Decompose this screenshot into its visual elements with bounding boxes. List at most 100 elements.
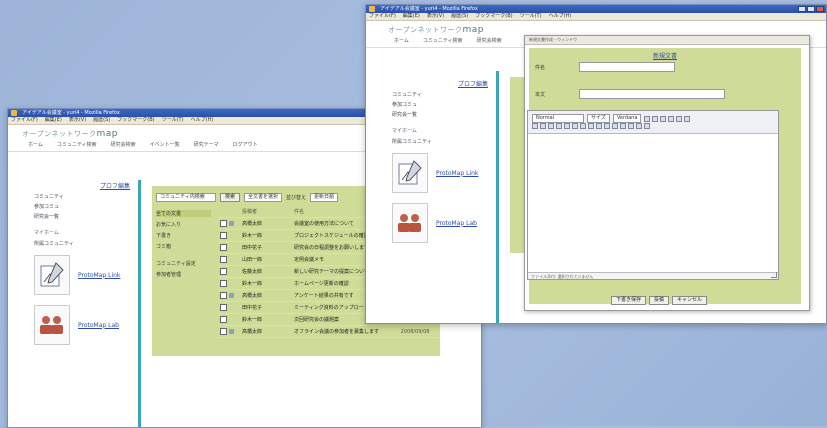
row-checkbox[interactable] xyxy=(220,220,227,227)
community-link-2[interactable]: ProtoMap Lab xyxy=(78,322,119,329)
menu-view[interactable]: 表示(V) xyxy=(69,117,86,124)
align-justify-icon[interactable] xyxy=(556,123,562,129)
menu-edit[interactable]: 編集(E) xyxy=(45,117,62,124)
nav-events[interactable]: イベント一覧 xyxy=(150,141,180,148)
nav-logout[interactable]: ログアウト xyxy=(233,141,258,148)
row-checkbox[interactable] xyxy=(220,268,227,275)
link-icon[interactable] xyxy=(596,123,602,129)
bold-icon[interactable] xyxy=(644,115,651,122)
sidebar-item-studies[interactable]: 研究会一覧 xyxy=(34,213,134,220)
map-sketch-icon[interactable] xyxy=(34,255,70,295)
menu-bookmarks[interactable]: ブックマーク(B) xyxy=(117,117,154,124)
sort-dropdown[interactable]: 更新日順 xyxy=(310,193,339,202)
profile-edit-link[interactable]: プロフ編集 xyxy=(100,183,130,190)
sidebar-item-joined[interactable]: 参加コミュ xyxy=(392,101,492,108)
community-thumb-row[interactable]: ProtoMap Lab xyxy=(34,305,134,345)
table-row[interactable]: 高橋太郎 オフライン会議の参加者を募集します 2008/09/08 xyxy=(218,325,438,338)
strike-icon[interactable] xyxy=(668,115,675,122)
sidebar-item-community[interactable]: コミュニティ xyxy=(34,193,134,200)
community-thumb-row[interactable]: ProtoMap Link xyxy=(392,153,492,193)
community-link-1[interactable]: ProtoMap Link xyxy=(78,272,120,279)
align-center-icon[interactable] xyxy=(540,123,546,129)
undo-icon[interactable] xyxy=(628,123,634,129)
format-select[interactable]: Normal xyxy=(532,114,584,123)
category-settings[interactable]: コミュニティ設定 xyxy=(156,260,211,267)
menu-help[interactable]: ヘルプ(H) xyxy=(191,117,214,124)
community-thumb-row[interactable]: ProtoMap Lab xyxy=(392,203,492,243)
front-window-titlebar[interactable]: アイデアル会議室 - yuri4 - Mozilla Firefox xyxy=(366,5,826,13)
indent-icon[interactable] xyxy=(588,123,594,129)
sidebar-item-joined[interactable]: 参加コミュ xyxy=(34,203,134,210)
menu-file[interactable]: ファイル(F) xyxy=(11,117,38,124)
category-trash[interactable]: ゴミ箱 xyxy=(156,243,211,250)
italic-icon[interactable] xyxy=(652,115,659,122)
people-icon[interactable] xyxy=(34,305,70,345)
nav-themes[interactable]: 研究テーマ xyxy=(194,141,219,148)
text-color-icon[interactable] xyxy=(676,115,683,122)
underline-icon[interactable] xyxy=(660,115,667,122)
nav-home[interactable]: ホーム xyxy=(28,141,43,148)
dialog-header-link[interactable]: 新規文書 xyxy=(653,53,677,60)
row-checkbox[interactable] xyxy=(220,256,227,263)
source-icon[interactable] xyxy=(644,123,650,129)
table-icon[interactable] xyxy=(620,123,626,129)
select-all-dropdown[interactable]: 全文書を選択 xyxy=(244,193,283,202)
menu-view[interactable]: 表示(V) xyxy=(427,13,444,20)
menu-history[interactable]: 履歴(S) xyxy=(93,117,110,124)
outdent-icon[interactable] xyxy=(580,123,586,129)
category-favorites[interactable]: お気に入り xyxy=(156,221,211,228)
nav-community-search[interactable]: コミュニティ検索 xyxy=(57,141,97,148)
row-checkbox[interactable] xyxy=(220,244,227,251)
bg-color-icon[interactable] xyxy=(684,115,691,122)
profile-edit-link[interactable]: プロフ編集 xyxy=(458,81,488,88)
row-checkbox[interactable] xyxy=(220,280,227,287)
maximize-icon[interactable] xyxy=(807,6,815,12)
font-size-select[interactable]: サイズ xyxy=(587,114,610,123)
nav-community-search[interactable]: コミュニティ検索 xyxy=(423,37,463,44)
community-thumb-row[interactable]: ProtoMap Link xyxy=(34,255,134,295)
body-input[interactable] xyxy=(579,89,725,99)
align-left-icon[interactable] xyxy=(532,123,538,129)
menu-edit[interactable]: 編集(E) xyxy=(403,13,420,20)
map-sketch-icon[interactable] xyxy=(392,153,428,193)
row-checkbox[interactable] xyxy=(220,328,227,335)
redo-icon[interactable] xyxy=(636,123,642,129)
subject-input[interactable] xyxy=(579,62,675,72)
dialog-titlebar[interactable]: 新規文書作成 - ウィンドウ xyxy=(525,36,809,45)
site-logo[interactable]: オープンネットワークmap xyxy=(388,25,484,35)
sidebar-item-studies[interactable]: 研究会一覧 xyxy=(392,111,492,118)
menu-file[interactable]: ファイル(F) xyxy=(369,13,396,20)
menu-bookmarks[interactable]: ブックマーク(B) xyxy=(475,13,512,20)
rich-text-editor[interactable]: Normal サイズ Verdana ファイル添付: 選択されていません xyxy=(527,110,779,280)
category-all[interactable]: 全ての文書 xyxy=(156,210,211,217)
cancel-button[interactable]: キャンセル xyxy=(672,296,708,305)
row-checkbox[interactable] xyxy=(220,292,227,299)
site-logo[interactable]: オープンネットワークmap xyxy=(22,129,118,139)
row-checkbox[interactable] xyxy=(220,232,227,239)
close-icon[interactable] xyxy=(816,6,824,12)
save-draft-button[interactable]: 下書き保存 xyxy=(611,296,647,305)
minimize-icon[interactable] xyxy=(798,6,806,12)
community-search-input[interactable]: コミュニティ内検索 xyxy=(156,193,216,202)
image-icon[interactable] xyxy=(612,123,618,129)
menu-history[interactable]: 履歴(S) xyxy=(451,13,468,20)
community-link-1[interactable]: ProtoMap Link xyxy=(436,170,478,177)
unlink-icon[interactable] xyxy=(604,123,610,129)
align-right-icon[interactable] xyxy=(548,123,554,129)
category-drafts[interactable]: 下書き xyxy=(156,232,211,239)
category-members[interactable]: 参加者管理 xyxy=(156,271,211,278)
sidebar-item-community[interactable]: コミュニティ xyxy=(392,91,492,98)
community-link-2[interactable]: ProtoMap Lab xyxy=(436,220,477,227)
row-checkbox[interactable] xyxy=(220,316,227,323)
menu-help[interactable]: ヘルプ(H) xyxy=(549,13,572,20)
menu-tools[interactable]: ツール(T) xyxy=(520,13,542,20)
submit-button[interactable]: 投稿 xyxy=(649,296,670,305)
row-subject[interactable]: オフライン会議の参加者を募集します xyxy=(292,325,399,338)
nav-home[interactable]: ホーム xyxy=(394,37,409,44)
bullet-list-icon[interactable] xyxy=(564,123,570,129)
font-family-select[interactable]: Verdana xyxy=(612,114,642,123)
search-button[interactable]: 検索 xyxy=(220,193,241,202)
resize-handle-icon[interactable] xyxy=(771,272,777,278)
people-icon[interactable] xyxy=(392,203,428,243)
menu-tools[interactable]: ツール(T) xyxy=(162,117,184,124)
